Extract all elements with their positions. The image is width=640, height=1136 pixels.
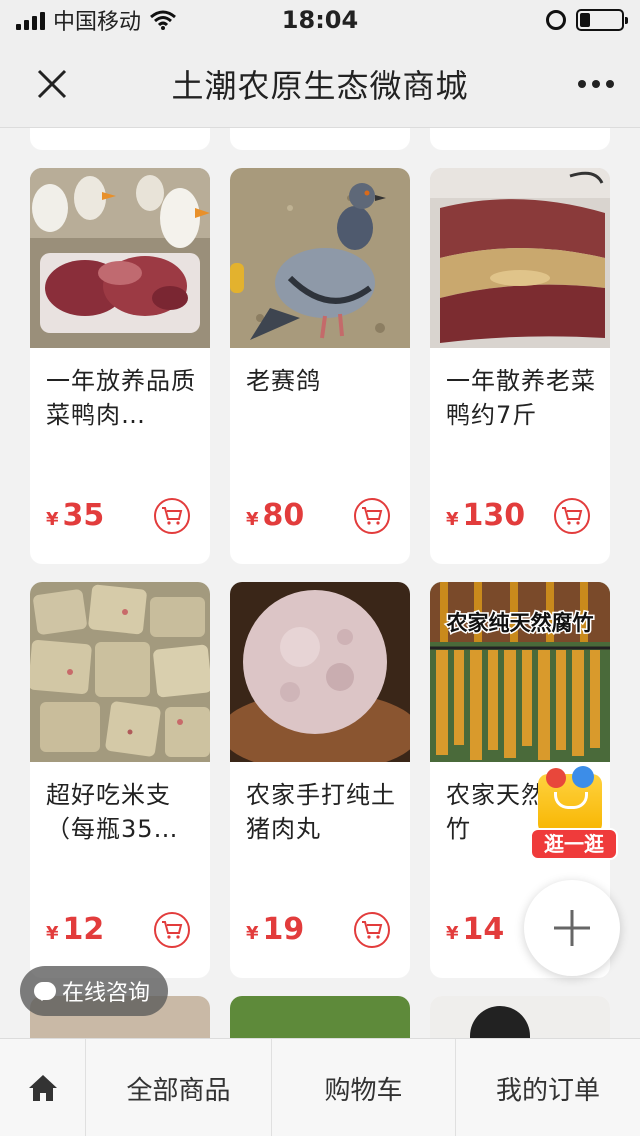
home-icon bbox=[28, 1075, 57, 1101]
product-card-partial[interactable] bbox=[430, 128, 610, 150]
cart-icon bbox=[162, 507, 183, 525]
chat-icon bbox=[34, 982, 56, 1001]
nav-bar: 土潮农原生态微商城 bbox=[0, 40, 640, 128]
product-price: ¥ 80 bbox=[246, 498, 305, 533]
more-button[interactable] bbox=[574, 62, 618, 106]
product-image-ducks bbox=[30, 168, 210, 348]
product-name[interactable]: 一年放养品质菜鸭肉… bbox=[46, 364, 196, 432]
product-name[interactable]: 农家手打纯土猪肉丸 bbox=[246, 778, 396, 846]
browse-promo-label: 逛一逛 bbox=[530, 828, 618, 860]
product-name[interactable]: 一年散养老菜鸭约7斤 bbox=[446, 364, 596, 432]
product-name[interactable]: 老赛鸽 bbox=[246, 364, 396, 398]
product-card-partial[interactable] bbox=[30, 128, 210, 150]
product-card[interactable]: 一年放养品质菜鸭肉… ¥ 35 bbox=[30, 168, 210, 564]
add-to-cart-button[interactable] bbox=[554, 498, 590, 534]
product-price: ¥ 35 bbox=[46, 498, 105, 533]
online-consult-label: 在线咨询 bbox=[62, 981, 151, 1006]
plus-icon bbox=[554, 910, 590, 946]
product-price: ¥ 19 bbox=[246, 912, 305, 947]
add-to-cart-button[interactable] bbox=[354, 912, 390, 948]
battery-icon bbox=[576, 9, 628, 31]
browse-promo-button[interactable]: 逛一逛 bbox=[524, 766, 620, 864]
cart-icon bbox=[362, 921, 383, 939]
promo-balloon-icon bbox=[572, 766, 594, 788]
tab-all-products[interactable]: 全部商品 bbox=[86, 1039, 272, 1136]
product-image-cured-duck bbox=[430, 168, 610, 348]
status-bar: 中国移动 18:04 bbox=[0, 0, 640, 40]
wifi-icon bbox=[150, 10, 176, 30]
add-to-cart-button[interactable] bbox=[154, 498, 190, 534]
product-card[interactable]: 老赛鸽 ¥ 80 bbox=[230, 168, 410, 564]
image-caption: 农家纯天然腐竹 bbox=[446, 611, 594, 635]
product-price: ¥ 12 bbox=[46, 912, 105, 947]
close-button[interactable] bbox=[30, 62, 74, 106]
product-name[interactable]: 超好吃米支（每瓶35… bbox=[46, 778, 196, 846]
battery-fill bbox=[580, 13, 590, 27]
cart-icon bbox=[562, 507, 583, 525]
close-icon bbox=[37, 69, 67, 99]
tab-my-orders[interactable]: 我的订单 bbox=[456, 1039, 640, 1136]
tab-cart[interactable]: 购物车 bbox=[272, 1039, 456, 1136]
product-card[interactable]: 一年散养老菜鸭约7斤 ¥ 130 bbox=[430, 168, 610, 564]
alarm-icon bbox=[546, 10, 566, 30]
page-title: 土潮农原生态微商城 bbox=[171, 66, 469, 105]
tab-home[interactable] bbox=[0, 1039, 86, 1136]
cart-icon bbox=[162, 921, 183, 939]
product-price: ¥ 130 bbox=[446, 498, 526, 533]
cart-icon bbox=[362, 507, 383, 525]
product-image-tofu-skin: 农家纯天然腐竹 bbox=[430, 582, 610, 762]
product-card-partial[interactable] bbox=[230, 996, 410, 1038]
product-image-pork-ball bbox=[230, 582, 410, 762]
promo-balloon-icon bbox=[546, 768, 566, 788]
product-price: ¥ 14 bbox=[446, 912, 505, 947]
bottom-tab-bar: 全部商品 购物车 我的订单 bbox=[0, 1038, 640, 1136]
product-card-partial[interactable] bbox=[230, 128, 410, 150]
product-card[interactable]: 农家手打纯土猪肉丸 ¥ 19 bbox=[230, 582, 410, 978]
add-to-cart-button[interactable] bbox=[354, 498, 390, 534]
add-to-cart-button[interactable] bbox=[154, 912, 190, 948]
product-card-partial[interactable] bbox=[430, 996, 610, 1038]
product-image-pigeon bbox=[230, 168, 410, 348]
add-button[interactable] bbox=[524, 880, 620, 976]
more-icon bbox=[578, 80, 586, 88]
carrier-label: 中国移动 bbox=[53, 10, 142, 35]
product-card[interactable]: 超好吃米支（每瓶35… ¥ 12 bbox=[30, 582, 210, 978]
signal-icon bbox=[16, 10, 45, 30]
online-consult-button[interactable]: 在线咨询 bbox=[20, 966, 169, 1016]
product-image-rice-crisps bbox=[30, 582, 210, 762]
